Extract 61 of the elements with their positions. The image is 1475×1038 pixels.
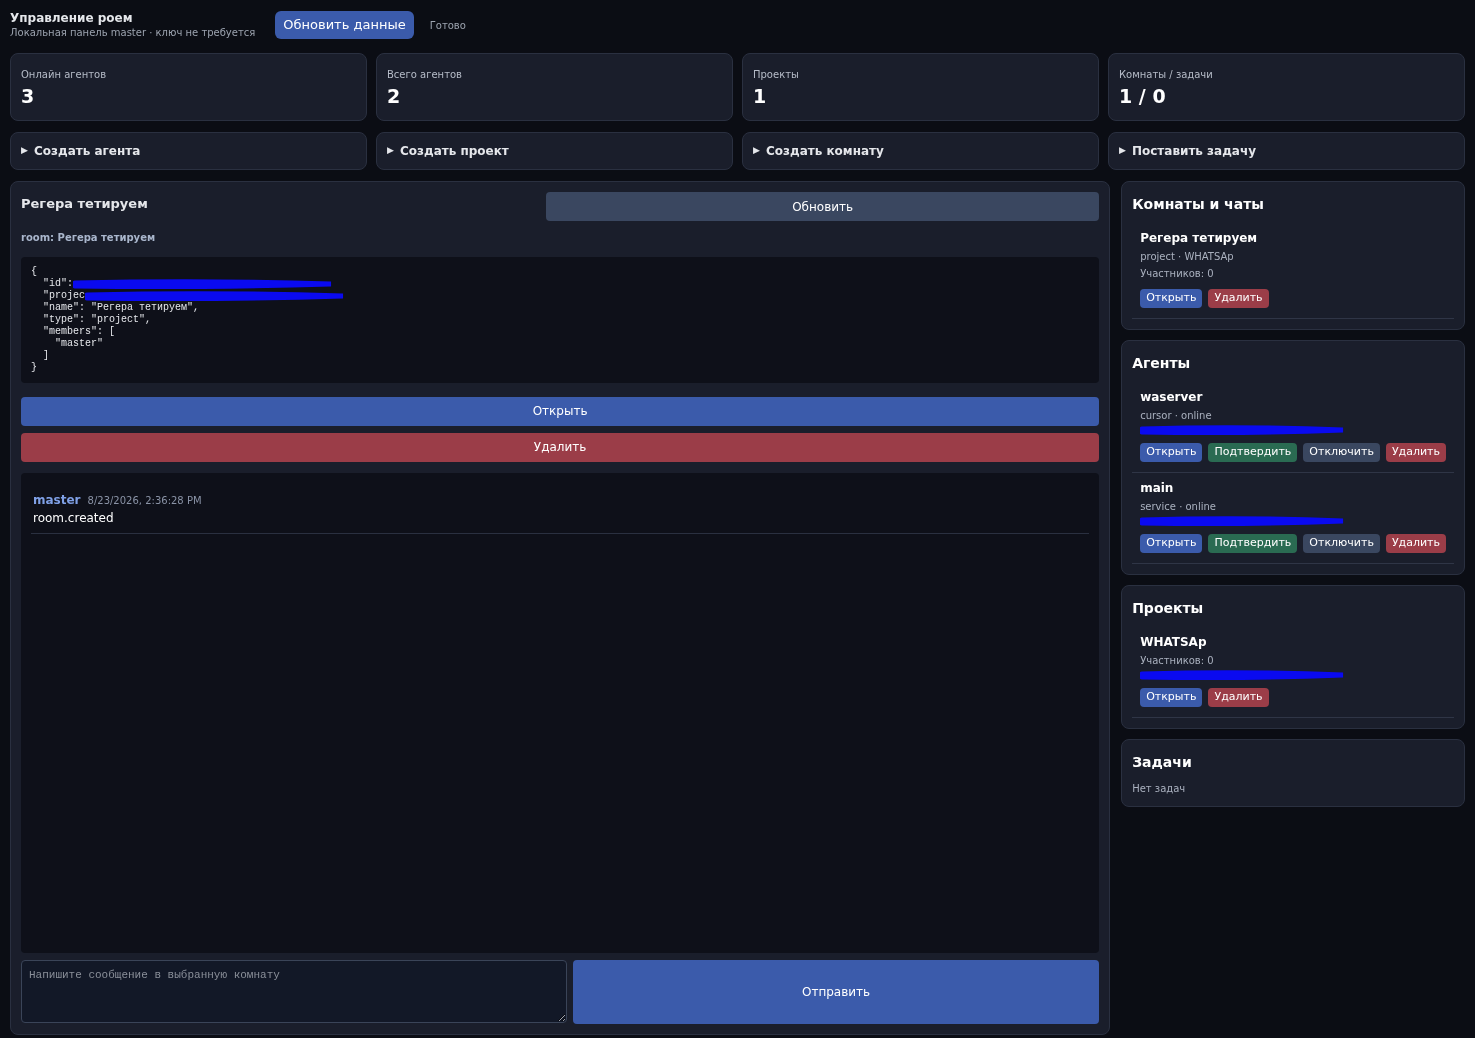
message-author: master <box>33 491 81 509</box>
status-text: Готово <box>429 18 466 33</box>
item-detail: service · online <box>1140 500 1217 514</box>
item-detail: Участников: 0 <box>1140 267 1215 281</box>
delete-button[interactable]: Удалить <box>21 432 1100 462</box>
section-title: Агенты <box>1132 354 1192 373</box>
confirm-button[interactable]: Подтвердить <box>1208 534 1298 553</box>
agent-name: main <box>1140 480 1175 497</box>
section-label: Поставить задачу <box>1131 143 1257 160</box>
room-subtitle: room: Регера тетируем <box>21 230 156 245</box>
stat-value: 1 <box>753 84 768 108</box>
agent-name: waserver <box>1140 389 1204 406</box>
collapsible-section[interactable]: ▶ Поставить задачу <box>1108 132 1465 170</box>
confirm-button[interactable]: Подтвердить <box>1208 443 1298 462</box>
message-text: room.created <box>33 509 115 527</box>
disable-button[interactable]: Отключить <box>1303 443 1380 462</box>
delete-button[interactable]: Удалить <box>1385 443 1446 462</box>
disclosure-triangle-icon: ▶ <box>753 144 760 158</box>
collapsible-section[interactable]: ▶ Создать проект <box>376 132 733 170</box>
room-title: Регера тетируем <box>21 195 149 213</box>
stat-label: Онлайн агентов <box>21 68 108 82</box>
collapsible-section[interactable]: ▶ Создать комнату <box>742 132 1099 170</box>
empty-text: Нет задач <box>1132 782 1187 796</box>
open-button[interactable]: Открыть <box>21 396 1100 426</box>
message-time: 8/23/2026, 2:36:28 PM <box>87 493 202 508</box>
open-button[interactable]: Открыть <box>1140 688 1203 707</box>
stat-value: 1 / 0 <box>1119 84 1167 108</box>
delete-button[interactable]: Удалить <box>1208 289 1269 308</box>
section-title: Задачи <box>1132 753 1193 772</box>
stat-value: 3 <box>21 84 36 108</box>
send-button[interactable]: Отправить <box>573 960 1100 1024</box>
open-button[interactable]: Открыть <box>1140 534 1203 553</box>
disclosure-triangle-icon: ▶ <box>387 144 394 158</box>
section-label: Создать комнату <box>765 143 884 160</box>
section-title: Комнаты и чаты <box>1132 195 1265 214</box>
delete-button[interactable]: Удалить <box>1208 688 1269 707</box>
item-detail: project · WHATSAp <box>1140 250 1235 264</box>
disclosure-triangle-icon: ▶ <box>1119 144 1126 158</box>
app-subtitle: Локальная панель master · ключ не требуется <box>10 26 256 39</box>
refresh-data-button[interactable]: Обновить данные <box>275 11 414 39</box>
section-title: Проекты <box>1132 599 1205 618</box>
item-detail: Участников: 0 <box>1140 654 1215 668</box>
json-code-block: { "id": "projec "name": "Регера тетируем", "type": "project", "members": [ "master" ] } <box>21 256 1100 383</box>
disable-button[interactable]: Отключить <box>1303 534 1380 553</box>
stat-label: Всего агентов <box>387 68 463 82</box>
collapsible-section[interactable]: ▶ Создать агента <box>10 132 367 170</box>
stat-label: Комнаты / задачи <box>1119 68 1214 82</box>
message-input[interactable]: Напишите сообщение в выбранную комнату <box>21 960 567 1023</box>
open-button[interactable]: Открыть <box>1140 443 1203 462</box>
refresh-button[interactable]: Обновить <box>546 192 1100 221</box>
section-label: Создать проект <box>399 143 509 160</box>
section-label: Создать агента <box>33 143 141 160</box>
disclosure-triangle-icon: ▶ <box>21 144 28 158</box>
item-detail: cursor · online <box>1140 409 1213 423</box>
room-name: Регера тетируем <box>1140 230 1259 247</box>
delete-button[interactable]: Удалить <box>1385 534 1446 553</box>
app-title: Управление роем <box>10 11 134 26</box>
stat-label: Проекты <box>753 68 800 82</box>
project-name: WHATSAp <box>1140 634 1208 651</box>
open-button[interactable]: Открыть <box>1140 289 1203 308</box>
stat-value: 2 <box>387 84 402 108</box>
